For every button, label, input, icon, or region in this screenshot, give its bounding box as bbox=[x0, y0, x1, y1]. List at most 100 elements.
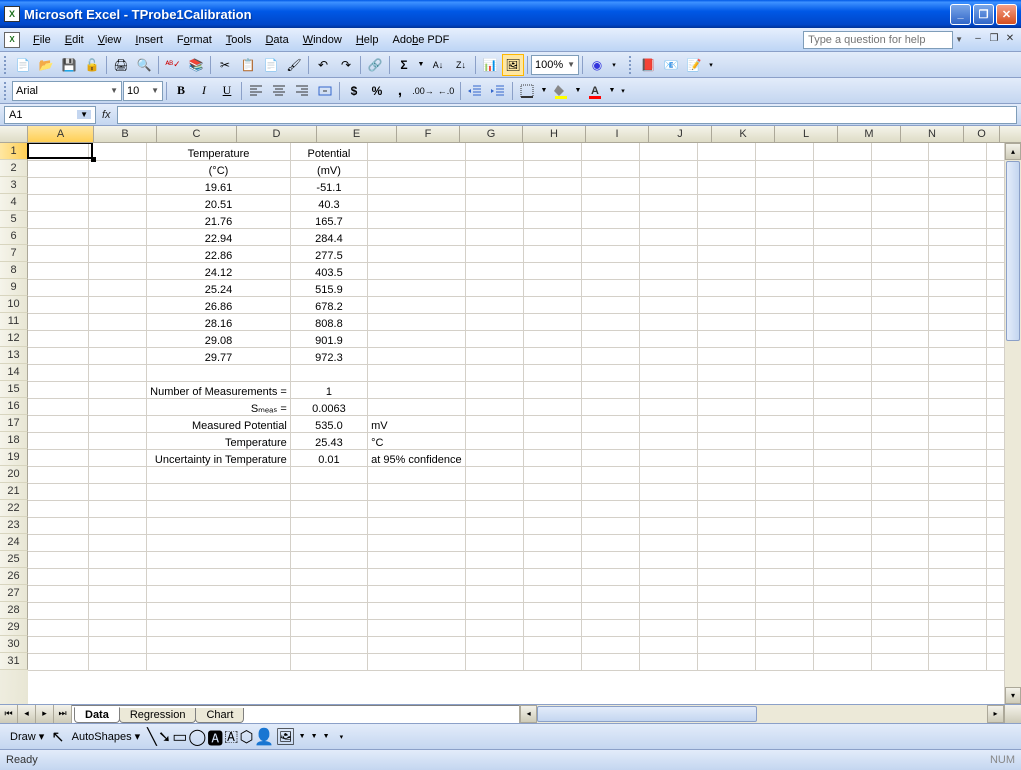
row-header-2[interactable]: 2 bbox=[0, 160, 28, 177]
cell-D12[interactable]: 901.9 bbox=[290, 330, 367, 347]
cell-J24[interactable] bbox=[697, 534, 755, 551]
row-header-1[interactable]: 1 bbox=[0, 143, 28, 160]
cell-G1[interactable] bbox=[523, 143, 581, 160]
underline-button[interactable]: U bbox=[216, 80, 238, 102]
cell-A22[interactable] bbox=[28, 500, 89, 517]
cell-A26[interactable] bbox=[28, 568, 89, 585]
cell-E20[interactable] bbox=[368, 466, 466, 483]
row-header-9[interactable]: 9 bbox=[0, 279, 28, 296]
cell-J5[interactable] bbox=[697, 211, 755, 228]
cell-K7[interactable] bbox=[755, 245, 813, 262]
cell-M17[interactable] bbox=[871, 415, 929, 432]
cell-G16[interactable] bbox=[523, 398, 581, 415]
cell-L15[interactable] bbox=[813, 381, 871, 398]
cell-E21[interactable] bbox=[368, 483, 466, 500]
column-header-F[interactable]: F bbox=[397, 126, 460, 142]
cell-G8[interactable] bbox=[523, 262, 581, 279]
cell-M21[interactable] bbox=[871, 483, 929, 500]
decrease-decimal-button[interactable]: ←.0 bbox=[435, 80, 457, 102]
row-header-11[interactable]: 11 bbox=[0, 313, 28, 330]
cell-M16[interactable] bbox=[871, 398, 929, 415]
cell-F21[interactable] bbox=[465, 483, 523, 500]
cell-G31[interactable] bbox=[523, 653, 581, 670]
cell-M25[interactable] bbox=[871, 551, 929, 568]
cell-G24[interactable] bbox=[523, 534, 581, 551]
row-header-17[interactable]: 17 bbox=[0, 415, 28, 432]
cell-F31[interactable] bbox=[465, 653, 523, 670]
cell-I9[interactable] bbox=[639, 279, 697, 296]
cell-E15[interactable] bbox=[368, 381, 466, 398]
cell-L28[interactable] bbox=[813, 602, 871, 619]
cell-L8[interactable] bbox=[813, 262, 871, 279]
cell-F30[interactable] bbox=[465, 636, 523, 653]
cell-I21[interactable] bbox=[639, 483, 697, 500]
cell-E18[interactable]: °C bbox=[368, 432, 466, 449]
row-header-22[interactable]: 22 bbox=[0, 500, 28, 517]
autoshapes-menu[interactable]: AutoShapes ▾ bbox=[67, 730, 146, 743]
borders-button[interactable] bbox=[516, 80, 538, 102]
name-box[interactable]: A1▼ bbox=[4, 106, 96, 124]
comma-button[interactable]: , bbox=[389, 80, 411, 102]
cell-K13[interactable] bbox=[755, 347, 813, 364]
toolbar-options-4[interactable]: ▾ bbox=[340, 733, 350, 741]
cell-F13[interactable] bbox=[465, 347, 523, 364]
line-button[interactable]: ╲ bbox=[147, 727, 157, 747]
toolbar-options-3[interactable]: ▾ bbox=[618, 80, 628, 102]
cell-D28[interactable] bbox=[290, 602, 367, 619]
pdf-email-button[interactable]: 📧 bbox=[660, 54, 682, 76]
cell-C20[interactable] bbox=[147, 466, 291, 483]
cell-I11[interactable] bbox=[639, 313, 697, 330]
cell-C28[interactable] bbox=[147, 602, 291, 619]
cell-L29[interactable] bbox=[813, 619, 871, 636]
cell-F1[interactable] bbox=[465, 143, 523, 160]
cell-F7[interactable] bbox=[465, 245, 523, 262]
cell-M30[interactable] bbox=[871, 636, 929, 653]
cell-K18[interactable] bbox=[755, 432, 813, 449]
cell-L14[interactable] bbox=[813, 364, 871, 381]
cell-C10[interactable]: 26.86 bbox=[147, 296, 291, 313]
cell-C4[interactable]: 20.51 bbox=[147, 194, 291, 211]
cell-C5[interactable]: 21.76 bbox=[147, 211, 291, 228]
cell-F24[interactable] bbox=[465, 534, 523, 551]
fill-color-dropdown[interactable]: ▼ bbox=[573, 80, 583, 102]
zoom-combo[interactable]: 100%▼ bbox=[531, 55, 579, 75]
cell-M20[interactable] bbox=[871, 466, 929, 483]
align-left-button[interactable] bbox=[245, 80, 267, 102]
cell-H4[interactable] bbox=[581, 194, 639, 211]
cell-D13[interactable]: 972.3 bbox=[290, 347, 367, 364]
cell-G23[interactable] bbox=[523, 517, 581, 534]
column-header-O[interactable]: O bbox=[964, 126, 1000, 142]
cell-D5[interactable]: 165.7 bbox=[290, 211, 367, 228]
cell-A23[interactable] bbox=[28, 517, 89, 534]
cell-B11[interactable] bbox=[89, 313, 147, 330]
row-header-29[interactable]: 29 bbox=[0, 619, 28, 636]
menu-file[interactable]: File bbox=[26, 31, 58, 49]
cell-F20[interactable] bbox=[465, 466, 523, 483]
cell-N27[interactable] bbox=[929, 585, 987, 602]
cell-L2[interactable] bbox=[813, 160, 871, 177]
row-header-4[interactable]: 4 bbox=[0, 194, 28, 211]
cell-N6[interactable] bbox=[929, 228, 987, 245]
cell-K12[interactable] bbox=[755, 330, 813, 347]
cell-C3[interactable]: 19.61 bbox=[147, 177, 291, 194]
font-size-combo[interactable]: 10▼ bbox=[123, 81, 163, 101]
research-button[interactable]: 📚 bbox=[185, 54, 207, 76]
cell-E22[interactable] bbox=[368, 500, 466, 517]
cell-N25[interactable] bbox=[929, 551, 987, 568]
cell-A20[interactable] bbox=[28, 466, 89, 483]
cell-M4[interactable] bbox=[871, 194, 929, 211]
cell-B21[interactable] bbox=[89, 483, 147, 500]
cell-G17[interactable] bbox=[523, 415, 581, 432]
cell-M14[interactable] bbox=[871, 364, 929, 381]
cell-A14[interactable] bbox=[28, 364, 89, 381]
cell-K23[interactable] bbox=[755, 517, 813, 534]
cell-F16[interactable] bbox=[465, 398, 523, 415]
menu-data[interactable]: Data bbox=[258, 31, 295, 49]
cell-H11[interactable] bbox=[581, 313, 639, 330]
increase-indent-button[interactable] bbox=[487, 80, 509, 102]
cell-A15[interactable] bbox=[28, 381, 89, 398]
row-header-30[interactable]: 30 bbox=[0, 636, 28, 653]
mdi-minimize-button[interactable]: – bbox=[971, 33, 985, 47]
cell-D8[interactable]: 403.5 bbox=[290, 262, 367, 279]
cell-H22[interactable] bbox=[581, 500, 639, 517]
